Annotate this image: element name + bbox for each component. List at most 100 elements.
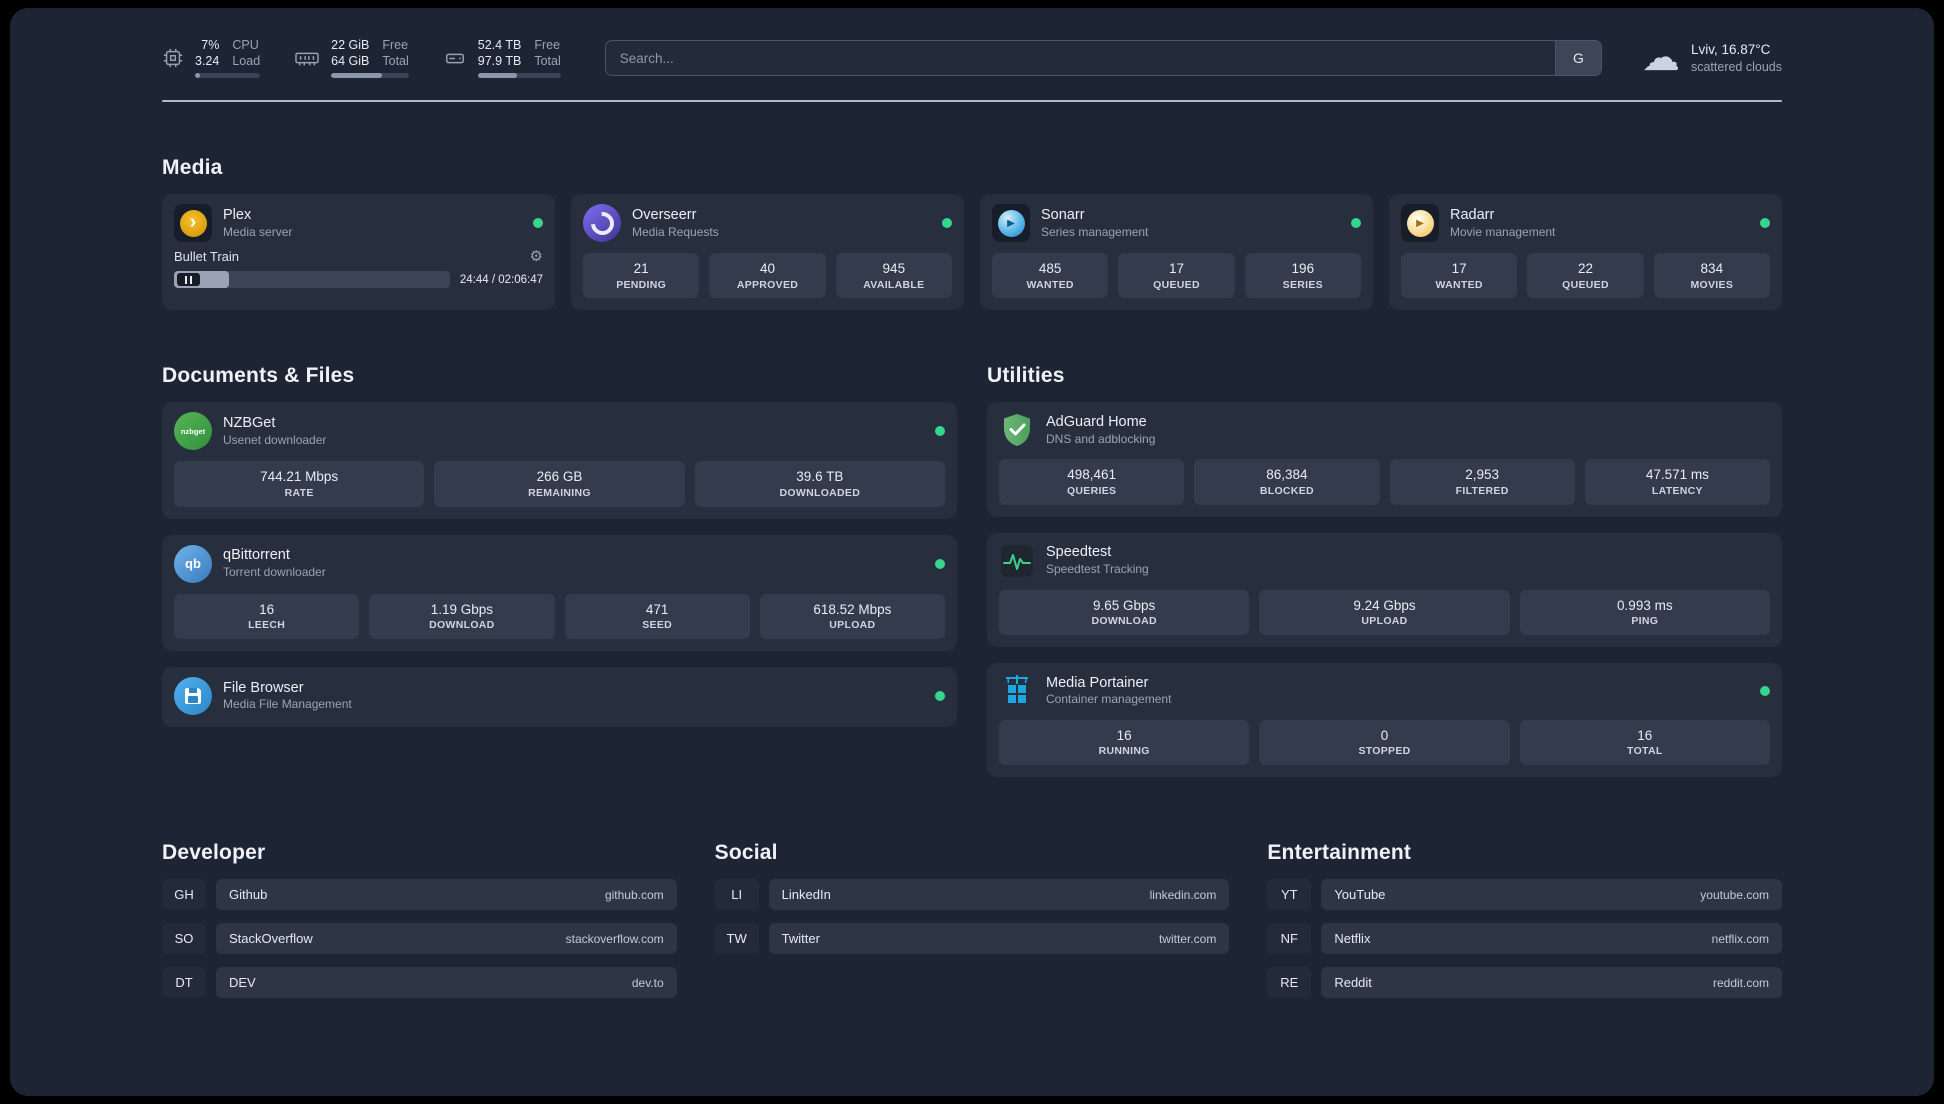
bookmark-pill: Netflix netflix.com (1321, 923, 1782, 954)
stat-label: SEED (642, 619, 673, 632)
service-desc: DNS and adblocking (1046, 432, 1156, 447)
stat-leech: 16 LEECH (174, 593, 360, 639)
bookmark-abbr: DT (162, 967, 206, 998)
search-provider-button[interactable]: G (1554, 41, 1601, 76)
filebrowser-icon (174, 676, 212, 715)
service-card-overseerr[interactable]: Overseerr Media Requests 21 PENDING 40 A… (571, 194, 964, 311)
stat-download: 1.19 Gbps DOWNLOAD (369, 593, 555, 639)
stat-label: APPROVED (736, 278, 799, 291)
weather-widget: ☁ Lviv, 16.87°C scattered clouds (1642, 39, 1782, 77)
service-card-nzbget[interactable]: nzbget NZBGet Usenet downloader 744.21 M… (162, 402, 957, 519)
service-name: Radarr (1450, 207, 1495, 224)
service-card-sonarr[interactable]: ▶ Sonarr Series management 485 WANTED 17… (980, 194, 1373, 311)
stat-label: FILTERED (1455, 484, 1509, 497)
service-card-portainer[interactable]: Media Portainer Container management 16 … (987, 662, 1782, 777)
service-name: Speedtest (1046, 544, 1112, 561)
service-desc: Usenet downloader (223, 433, 327, 448)
section-title-developer: Developer (162, 841, 266, 864)
bookmark-pill: Github github.com (216, 879, 677, 910)
adguard-icon (999, 412, 1035, 448)
bookmark-abbr: YT (1267, 879, 1312, 910)
weather-condition: scattered clouds (1690, 60, 1782, 75)
stat-latency: 47.571 ms LATENCY (1584, 459, 1770, 505)
stat-label: LATENCY (1651, 484, 1703, 497)
stat-label: DOWNLOAD (429, 619, 495, 632)
bookmark-stackoverflow[interactable]: SO StackOverflow stackoverflow.com (162, 923, 677, 954)
bookmark-reddit[interactable]: RE Reddit reddit.com (1267, 967, 1782, 998)
stat-label: SERIES (1282, 278, 1323, 291)
bookmark-url: reddit.com (1712, 975, 1769, 990)
service-name: NZBGet (223, 415, 276, 432)
stat-value: 47.571 ms (1645, 467, 1709, 483)
section-media: Media › Plex Media server Bullet Train ⚙ (162, 156, 1782, 311)
bookmark-linkedin[interactable]: LI LinkedIn linkedin.com (714, 879, 1230, 910)
bookmark-github[interactable]: GH Github github.com (162, 879, 677, 910)
stat-stopped: 0 STOPPED (1259, 719, 1510, 765)
status-dot (533, 218, 543, 229)
stat-queued: 17 QUEUED (1118, 253, 1235, 299)
disk-widget: 52.4 TB Free 97.9 TB Total (443, 38, 561, 79)
stat-download: 9.65 Gbps DOWNLOAD (999, 589, 1250, 635)
bookmark-name: Github (229, 887, 268, 902)
stat-value: 618.52 Mbps (813, 601, 892, 617)
stat-pending: 21 PENDING (583, 253, 700, 299)
pause-button[interactable] (177, 273, 200, 287)
disk-free-label: Free (534, 38, 561, 52)
bookmark-url: twitter.com (1158, 931, 1217, 946)
stat-value: 744.21 Mbps (260, 469, 339, 485)
bookmark-name: DEV (229, 975, 256, 990)
gear-icon[interactable]: ⚙ (530, 249, 543, 264)
section-documents: Documents & Files nzbget NZBGet Usenet d… (162, 364, 957, 777)
service-card-qbittorrent[interactable]: qb qBittorrent Torrent downloader 16 LEE… (162, 534, 957, 651)
disk-icon (443, 47, 467, 69)
cpu-usage: 7% (201, 38, 220, 52)
memory-total-label: Total (382, 53, 409, 68)
bookmark-name: Twitter (781, 931, 820, 946)
bookmark-pill: LinkedIn linkedin.com (768, 879, 1230, 910)
stat-value: 16 (1637, 727, 1653, 743)
playback-time: 24:44 / 02:06:47 (459, 273, 543, 286)
plex-icon: › (174, 204, 212, 243)
bookmark-netflix[interactable]: NF Netflix netflix.com (1267, 923, 1782, 954)
bookmark-pill: DEV dev.to (216, 967, 677, 998)
stat-label: DOWNLOADED (779, 486, 861, 499)
service-card-plex[interactable]: › Plex Media server Bullet Train ⚙ 24:44… (162, 194, 555, 311)
stat-wanted: 485 WANTED (992, 253, 1109, 299)
service-card-radarr[interactable]: ▶ Radarr Movie management 17 WANTED 22 Q… (1389, 194, 1782, 311)
search-input[interactable] (605, 41, 1555, 76)
section-utilities: Utilities AdGuard Home DNS and adblockin… (987, 364, 1782, 777)
service-card-filebrowser[interactable]: File Browser Media File Management (162, 666, 957, 727)
section-title-social: Social (714, 841, 778, 864)
service-card-adguard[interactable]: AdGuard Home DNS and adblocking 498,461 … (987, 402, 1782, 517)
sonarr-icon: ▶ (992, 204, 1030, 243)
bookmark-abbr: SO (162, 923, 206, 954)
header-divider (162, 100, 1782, 103)
stat-value: 0.993 ms (1617, 597, 1673, 613)
stat-approved: 40 APPROVED (709, 253, 826, 299)
bookmark-url: youtube.com (1700, 887, 1769, 902)
service-desc: Movie management (1450, 224, 1556, 239)
bookmark-twitter[interactable]: TW Twitter twitter.com (714, 923, 1230, 954)
playback-progress-bar[interactable] (174, 271, 450, 289)
stat-movies: 834 MOVIES (1653, 253, 1770, 299)
service-name: Media Portainer (1046, 674, 1149, 691)
weather-location: Lviv, 16.87°C (1690, 41, 1771, 57)
bookmark-name: LinkedIn (781, 887, 831, 902)
qbittorrent-icon: qb (174, 544, 212, 583)
bookmark-pill: StackOverflow stackoverflow.com (216, 923, 677, 954)
bookmark-abbr: LI (714, 879, 759, 910)
stat-value: 39.6 TB (796, 469, 844, 485)
stat-label: BLOCKED (1259, 484, 1314, 497)
stat-value: 266 GB (536, 469, 583, 485)
bookmark-dev[interactable]: DT DEV dev.to (162, 967, 677, 998)
search-bar: G (604, 40, 1602, 77)
bookmark-youtube[interactable]: YT YouTube youtube.com (1267, 879, 1782, 910)
status-dot (942, 218, 952, 229)
stat-value: 0 (1380, 727, 1389, 743)
service-card-speedtest[interactable]: Speedtest Speedtest Tracking 9.65 Gbps D… (987, 532, 1782, 647)
status-dot (935, 690, 945, 701)
section-title-documents: Documents & Files (162, 364, 355, 388)
stat-blocked: 86,384 BLOCKED (1194, 459, 1380, 505)
service-name: qBittorrent (223, 547, 290, 564)
disk-total-label: Total (534, 53, 561, 68)
